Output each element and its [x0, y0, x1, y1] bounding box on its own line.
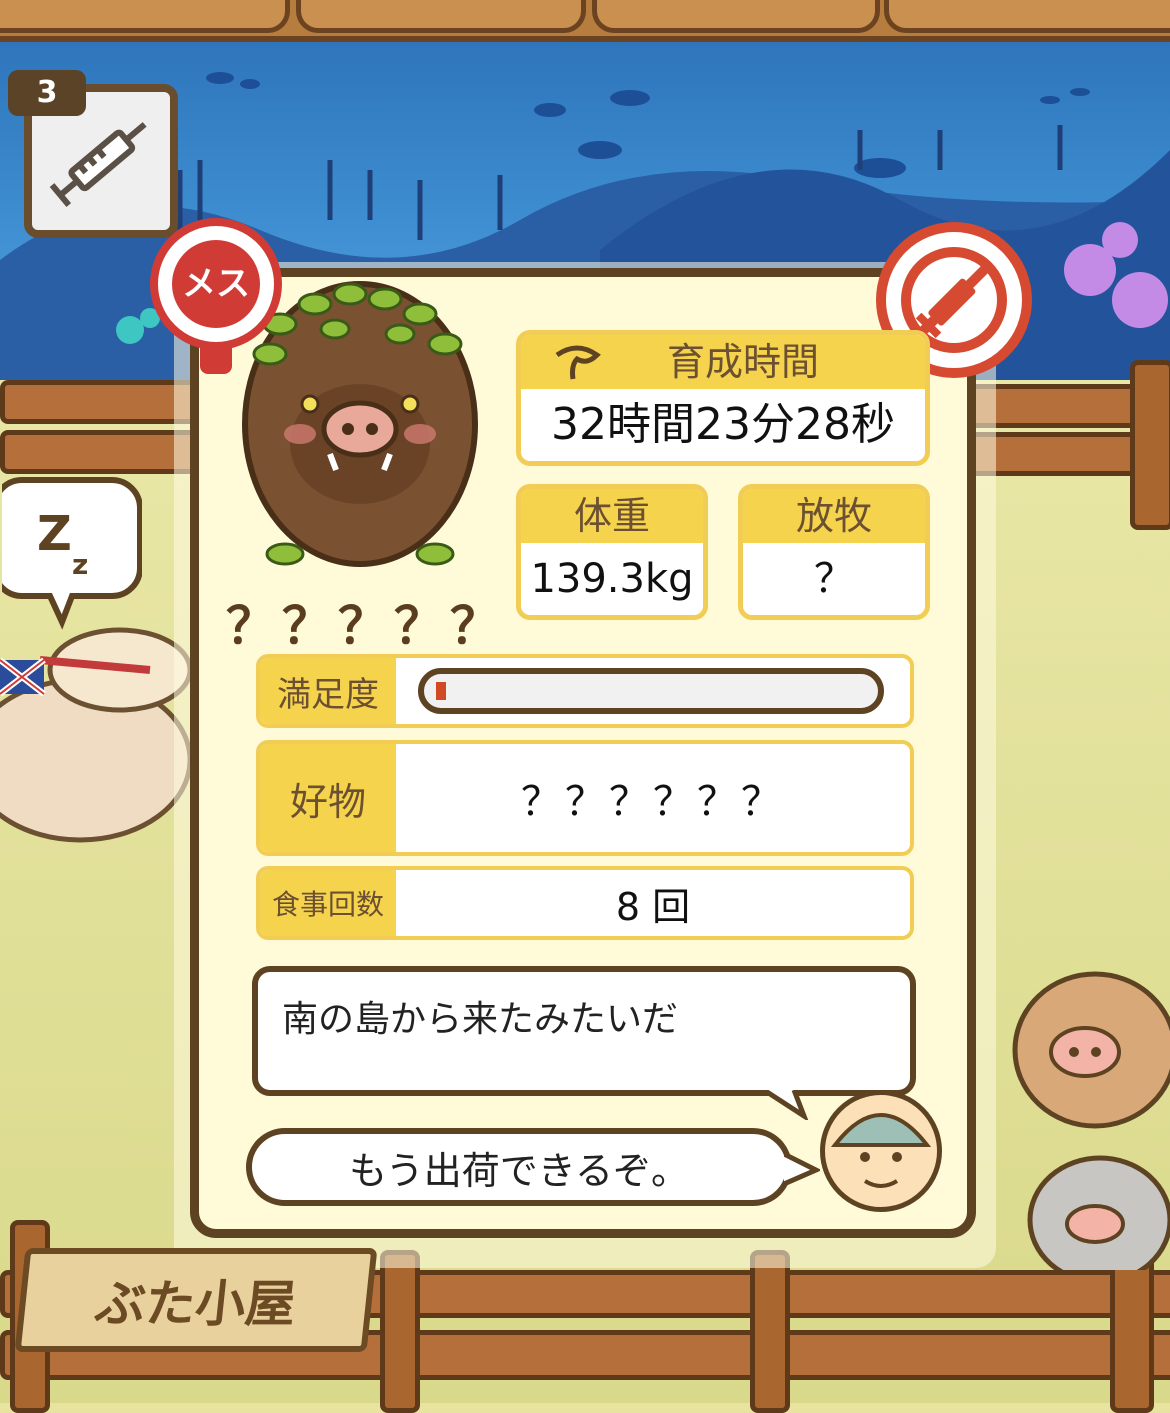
- svg-text:Z: Z: [37, 506, 72, 562]
- favorite-food-value: ？？？？？？: [521, 779, 785, 825]
- top-wood-beam: [0, 0, 1170, 42]
- satisfaction-bar: [418, 668, 884, 714]
- ship-message-text: もう出荷できるぞ。: [348, 1148, 690, 1193]
- female-label: メス: [172, 240, 260, 328]
- grazing-label: 放牧: [743, 489, 925, 543]
- raising-time-label: 育成時間: [666, 340, 819, 384]
- bubble-tail: [762, 1087, 814, 1124]
- meal-count-value: 8 回: [615, 884, 691, 929]
- tail-icon: [551, 341, 607, 399]
- meal-count-row: 食事回数 8 回: [256, 866, 914, 940]
- satisfaction-bar-fill: [436, 682, 446, 700]
- ship-message-bubble: もう出荷できるぞ。: [246, 1128, 792, 1206]
- fence-post: [750, 1250, 790, 1413]
- raising-time-value: 32時間23分28秒: [551, 399, 895, 450]
- svg-text:z: z: [72, 548, 88, 581]
- background-pig-brown: [1000, 960, 1170, 1130]
- weight-label: 体重: [521, 489, 703, 543]
- weight-value: 139.3kg: [530, 556, 694, 602]
- female-badge: メス: [150, 218, 282, 350]
- bubble-tail: [782, 1150, 822, 1194]
- item-count-badge: 3: [8, 70, 86, 116]
- origin-message-text: 南の島から来たみたいだ: [282, 999, 679, 1040]
- favorite-food-row: 好物 ？？？？？？: [256, 740, 914, 856]
- satisfaction-label: 満足度: [260, 658, 396, 724]
- weight-card: 体重 139.3kg: [516, 484, 708, 620]
- grazing-value: ？: [814, 556, 854, 602]
- zzz-thought-bubble: Z z: [0, 470, 143, 630]
- raising-time-header: 育成時間: [521, 335, 925, 389]
- meal-count-label: 食事回数: [260, 870, 396, 936]
- origin-message-bubble: 南の島から来たみたいだ: [252, 966, 916, 1096]
- pig-house-sign: ぶた小屋: [14, 1248, 378, 1352]
- background-pig-gray: [1020, 1140, 1170, 1285]
- syringe-icon: [42, 102, 160, 224]
- fence-post: [380, 1250, 420, 1413]
- favorite-food-label: 好物: [260, 744, 396, 852]
- pig-name: ？？？？？: [226, 597, 506, 655]
- farmer-avatar: [820, 1090, 942, 1212]
- grazing-card: 放牧 ？: [738, 484, 930, 620]
- fence-post: [1130, 360, 1170, 530]
- raising-time-card: 育成時間 32時間23分28秒: [516, 330, 930, 466]
